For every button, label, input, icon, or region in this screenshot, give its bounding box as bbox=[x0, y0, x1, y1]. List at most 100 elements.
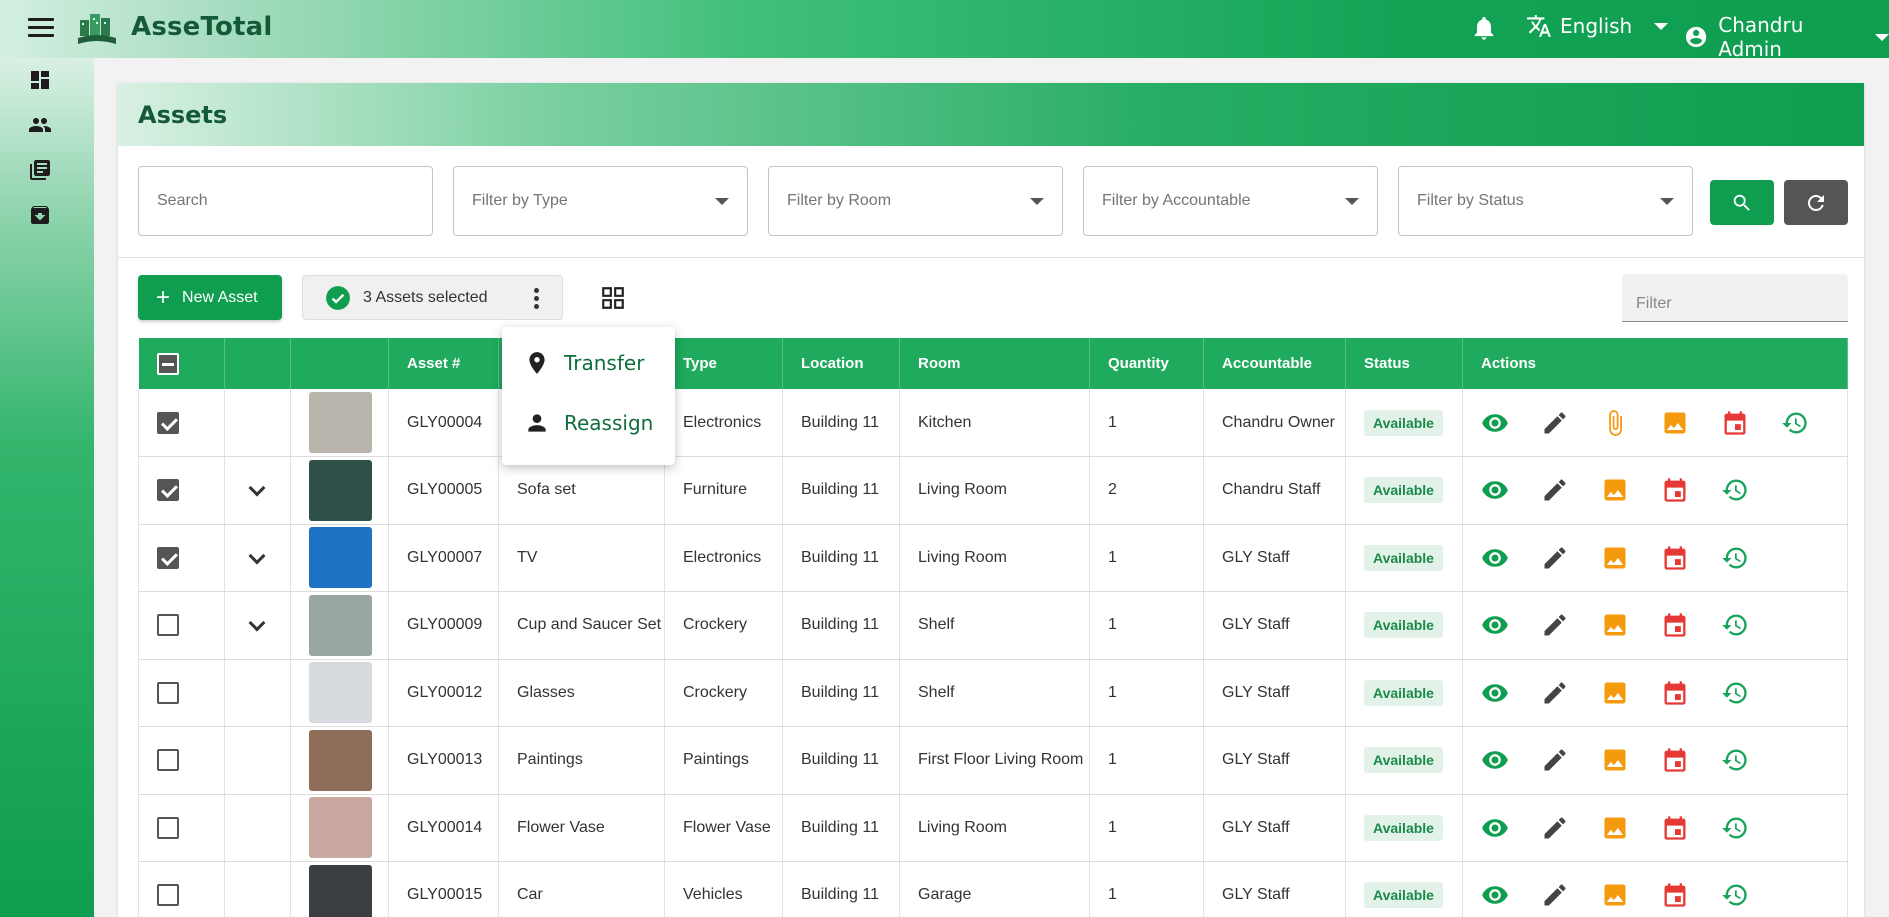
view-icon[interactable] bbox=[1481, 476, 1509, 504]
dashboard-icon[interactable] bbox=[28, 68, 52, 92]
row-checkbox[interactable] bbox=[157, 749, 179, 772]
row-checkbox[interactable] bbox=[157, 546, 179, 569]
history-icon[interactable] bbox=[1721, 881, 1749, 909]
view-icon[interactable] bbox=[1481, 679, 1509, 707]
view-icon[interactable] bbox=[1481, 746, 1509, 774]
chevron-down-icon[interactable] bbox=[248, 479, 266, 497]
header-location[interactable]: Location bbox=[782, 338, 900, 389]
edit-icon[interactable] bbox=[1541, 746, 1569, 774]
archive-icon[interactable] bbox=[28, 203, 52, 227]
row-expand-cell[interactable] bbox=[224, 456, 291, 525]
table-row[interactable]: GLY00004 Electronics Building 11 Kitchen… bbox=[138, 389, 1848, 457]
search-input[interactable] bbox=[157, 192, 414, 210]
edit-icon[interactable] bbox=[1541, 814, 1569, 842]
history-icon[interactable] bbox=[1721, 476, 1749, 504]
header-asset-no[interactable]: Asset # bbox=[388, 338, 499, 389]
row-select-cell[interactable] bbox=[138, 659, 225, 727]
select-all-checkbox[interactable] bbox=[156, 352, 179, 375]
attachment-icon[interactable] bbox=[1601, 409, 1629, 437]
calendar-icon[interactable] bbox=[1661, 679, 1689, 707]
chevron-down-icon[interactable] bbox=[248, 614, 266, 632]
row-checkbox[interactable] bbox=[157, 816, 179, 839]
edit-icon[interactable] bbox=[1541, 611, 1569, 639]
edit-icon[interactable] bbox=[1541, 409, 1569, 437]
table-row[interactable]: GLY00005 Sofa set Furniture Building 11 … bbox=[138, 456, 1848, 525]
edit-icon[interactable] bbox=[1541, 544, 1569, 572]
header-status[interactable]: Status bbox=[1345, 338, 1463, 389]
row-checkbox[interactable] bbox=[157, 681, 179, 704]
row-select-cell[interactable] bbox=[138, 456, 225, 525]
header-select-all[interactable] bbox=[138, 338, 225, 389]
history-icon[interactable] bbox=[1721, 814, 1749, 842]
history-icon[interactable] bbox=[1721, 679, 1749, 707]
edit-icon[interactable] bbox=[1541, 881, 1569, 909]
table-row[interactable]: GLY00013 Paintings Paintings Building 11… bbox=[138, 726, 1848, 795]
view-icon[interactable] bbox=[1481, 611, 1509, 639]
people-icon[interactable] bbox=[28, 113, 52, 137]
header-room[interactable]: Room bbox=[899, 338, 1090, 389]
menu-item-reassign[interactable]: Reassign bbox=[502, 393, 675, 453]
menu-item-transfer[interactable]: Transfer bbox=[502, 333, 675, 393]
row-select-cell[interactable] bbox=[138, 389, 225, 457]
image-icon[interactable] bbox=[1601, 611, 1629, 639]
table-row[interactable]: GLY00015 Car Vehicles Building 11 Garage… bbox=[138, 861, 1848, 917]
history-icon[interactable] bbox=[1721, 746, 1749, 774]
edit-icon[interactable] bbox=[1541, 679, 1569, 707]
image-icon[interactable] bbox=[1601, 476, 1629, 504]
row-expand-cell[interactable] bbox=[224, 524, 291, 592]
language-selector[interactable]: English bbox=[1526, 13, 1669, 39]
search-button[interactable] bbox=[1710, 180, 1774, 225]
history-icon[interactable] bbox=[1721, 611, 1749, 639]
image-icon[interactable] bbox=[1601, 544, 1629, 572]
row-checkbox[interactable] bbox=[157, 884, 179, 907]
header-accountable[interactable]: Accountable bbox=[1203, 338, 1346, 389]
filter-type-select[interactable]: Filter by Type bbox=[453, 166, 748, 236]
header-type[interactable]: Type bbox=[664, 338, 783, 389]
row-expand-cell[interactable] bbox=[224, 591, 291, 660]
calendar-icon[interactable] bbox=[1661, 814, 1689, 842]
history-icon[interactable] bbox=[1781, 409, 1809, 437]
grid-view-icon[interactable] bbox=[600, 285, 626, 311]
calendar-icon[interactable] bbox=[1661, 611, 1689, 639]
reset-button[interactable] bbox=[1784, 180, 1848, 225]
search-field[interactable] bbox=[138, 166, 433, 236]
calendar-icon[interactable] bbox=[1661, 746, 1689, 774]
view-icon[interactable] bbox=[1481, 881, 1509, 909]
edit-icon[interactable] bbox=[1541, 476, 1569, 504]
image-icon[interactable] bbox=[1601, 814, 1629, 842]
image-icon[interactable] bbox=[1601, 881, 1629, 909]
table-row[interactable]: GLY00009 Cup and Saucer Set Crockery Bui… bbox=[138, 591, 1848, 660]
quick-filter-input[interactable] bbox=[1636, 287, 1834, 321]
quick-filter-field[interactable] bbox=[1622, 274, 1848, 322]
table-row[interactable]: GLY00007 TV Electronics Building 11 Livi… bbox=[138, 524, 1848, 592]
filter-status-select[interactable]: Filter by Status bbox=[1398, 166, 1693, 236]
row-select-cell[interactable] bbox=[138, 794, 225, 862]
image-icon[interactable] bbox=[1601, 746, 1629, 774]
user-menu[interactable]: Chandru Admin bbox=[1684, 13, 1889, 61]
row-checkbox[interactable] bbox=[157, 479, 179, 502]
new-asset-button[interactable]: + New Asset bbox=[138, 275, 282, 320]
row-checkbox[interactable] bbox=[157, 411, 179, 434]
calendar-icon[interactable] bbox=[1661, 476, 1689, 504]
table-row[interactable]: GLY00014 Flower Vase Flower Vase Buildin… bbox=[138, 794, 1848, 862]
filter-accountable-select[interactable]: Filter by Accountable bbox=[1083, 166, 1378, 236]
filter-room-select[interactable]: Filter by Room bbox=[768, 166, 1063, 236]
row-select-cell[interactable] bbox=[138, 591, 225, 660]
calendar-icon[interactable] bbox=[1661, 544, 1689, 572]
view-icon[interactable] bbox=[1481, 544, 1509, 572]
calendar-icon[interactable] bbox=[1721, 409, 1749, 437]
row-select-cell[interactable] bbox=[138, 524, 225, 592]
image-icon[interactable] bbox=[1661, 409, 1689, 437]
history-icon[interactable] bbox=[1721, 544, 1749, 572]
row-select-cell[interactable] bbox=[138, 861, 225, 917]
view-icon[interactable] bbox=[1481, 814, 1509, 842]
notifications-icon[interactable] bbox=[1470, 14, 1498, 42]
calendar-icon[interactable] bbox=[1661, 881, 1689, 909]
image-icon[interactable] bbox=[1601, 679, 1629, 707]
row-select-cell[interactable] bbox=[138, 726, 225, 795]
library-books-icon[interactable] bbox=[28, 158, 52, 182]
more-vert-icon[interactable] bbox=[534, 288, 540, 310]
table-row[interactable]: GLY00012 Glasses Crockery Building 11 Sh… bbox=[138, 659, 1848, 727]
header-quantity[interactable]: Quantity bbox=[1089, 338, 1204, 389]
view-icon[interactable] bbox=[1481, 409, 1509, 437]
